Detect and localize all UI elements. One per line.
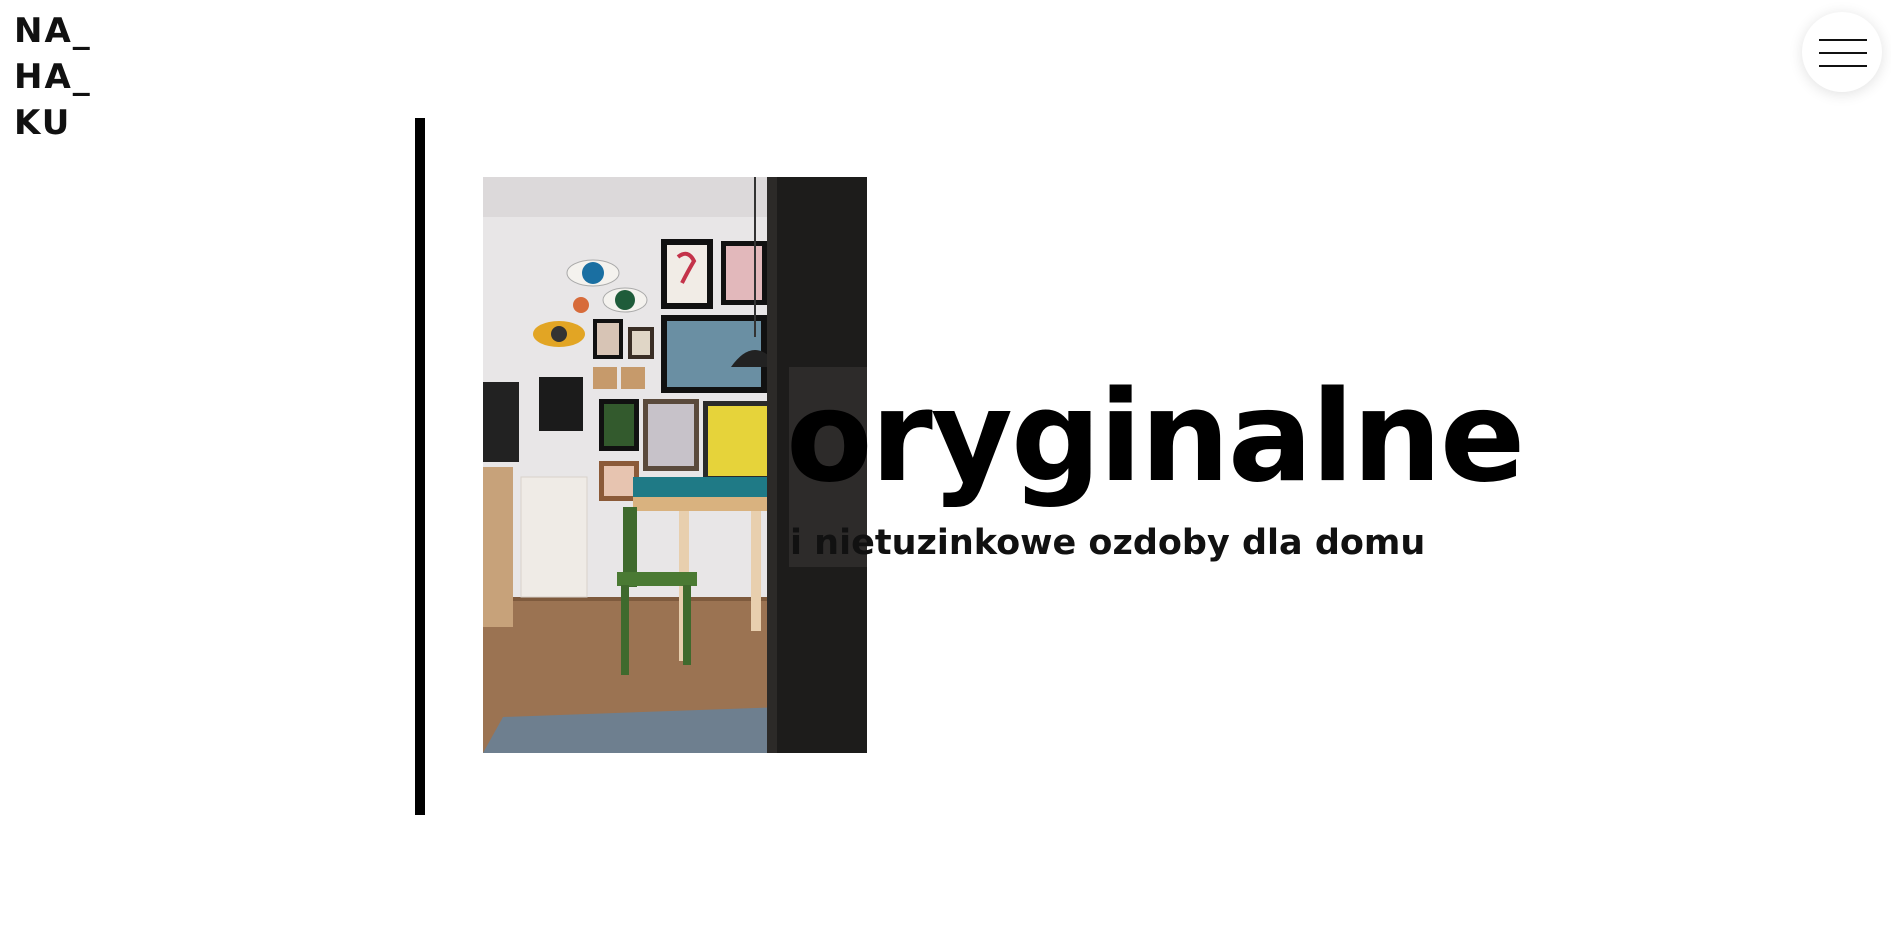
hero-headline: oryginalne [786,363,1525,510]
hamburger-line [1819,52,1867,54]
menu-button[interactable] [1802,12,1882,92]
hamburger-line [1819,65,1867,67]
hero-subheadline: i nietuzinkowe ozdoby dla domu [790,523,1426,563]
accent-bar [415,118,425,815]
logo-line-3: KU [14,103,72,143]
hamburger-line [1819,39,1867,41]
logo-line-2: HA_ [14,57,92,97]
logo-line-1: NA_ [14,11,92,51]
site-logo[interactable]: NA_ HA_ KU [14,14,114,144]
page: NA_ HA_ KU oryginalne i nietuzinkowe ozd… [0,0,1891,927]
